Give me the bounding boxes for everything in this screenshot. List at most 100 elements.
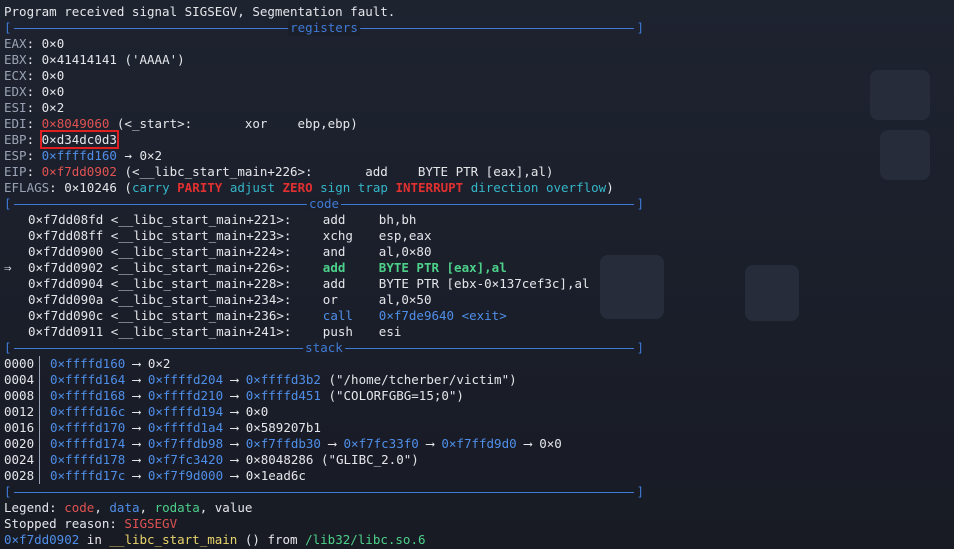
stack-separator [39,356,40,372]
stack-row: 0012 0×ffffd16c ⟶ 0×ffffd194 ⟶ 0×0 [4,404,954,420]
arrow-icon: ⟶ [125,468,148,483]
eflags-flag: sign [320,180,351,195]
section-divider-end: [] [4,484,644,499]
stack-value: 0×f7fc33f0 [343,436,419,451]
stack-value: 0×ffffd164 [50,372,126,387]
arrow-icon: ⟶ [223,372,246,387]
stack-value: 0×ffffd160 [50,356,126,371]
arrow-icon: ⟶ [125,388,148,403]
code-opcode: add [322,212,346,227]
stack-separator [39,404,40,420]
stack-value: 0×ffffd210 [147,388,224,403]
code-operands: al,0×80 [378,244,432,259]
frame-function: __libc_start_main [109,532,238,547]
stack-row: 0000 0×ffffd160 ⟶ 0×2 [4,356,954,372]
eflags-flag: INTERRUPT [395,180,464,195]
legend-code: code [64,500,95,515]
stack-value: 0×ffffd170 [50,420,126,435]
stack-offset: 0012 [4,404,35,419]
stopped-reason: SIGSEGV [124,516,178,531]
section-title-code: code [306,196,342,212]
code-row: ⇒ 0×f7dd0902 <__libc_start_main+226>: add B… [4,260,954,276]
code-row: 0×f7dd08ff <__libc_start_main+223>: xchg e… [4,228,954,244]
register-name: EAX [4,36,27,51]
code-address: 0×f7dd0904 [28,276,104,291]
eflags-value: 0×10246 [64,180,117,195]
stack-value: ("/home/tcherber/victim") [328,372,517,387]
stack-value: 0×ffffd174 [50,436,126,451]
register-value: 0×2 [41,100,65,115]
register-value: 0×0 [41,36,65,51]
registers-panel: EAX: 0×0 EBX: 0×41414141 ('AAAA') ECX: 0×0… [4,36,954,180]
stack-row: 0028 0×ffffd17c ⟶ 0×f7f9d000 ⟶ 0×1ead6c [4,468,954,484]
code-operands: 0×f7de9640 <exit> [378,308,507,323]
code-row: 0×f7dd0900 <__libc_start_main+224>: and al… [4,244,954,260]
legend-data: data [109,500,140,515]
eflags-name: EFLAGS [4,180,50,195]
code-operands: BYTE PTR [ebx-0×137cef3c],al [378,276,590,291]
register-name: ESP [4,148,27,163]
register-name: EIP [4,164,27,179]
legend-rodata: rodata [154,500,200,515]
stack-offset: 0024 [4,452,35,467]
stack-value: 0×2 [147,356,171,371]
stack-value: 0×ffffd178 [50,452,126,467]
terminal-output: Program received signal SIGSEGV, Segment… [4,4,954,549]
code-symbol: <__libc_start_main+236>: [110,308,292,323]
section-title-stack: stack [303,340,345,356]
register-value: 0×0 [41,68,65,83]
code-address: 0×f7dd08ff [28,228,104,243]
stack-row: 0004 0×ffffd164 ⟶ 0×ffffd204 ⟶ 0×ffffd3b2… [4,372,954,388]
stack-value: 0×ffffd3b2 [245,372,321,387]
legend-value: value [214,500,253,515]
register-row: ESI: 0×2 [4,100,65,115]
register-row: EBX: 0×41414141 ('AAAA') [4,52,185,67]
arrow-icon: ⟶ [223,388,246,403]
code-opcode: add [322,260,346,275]
code-symbol: <__libc_start_main+224>: [110,244,292,259]
code-marker: ⇒ [4,260,12,275]
code-operands: esp,eax [378,228,432,243]
code-opcode: push [322,324,353,339]
arrow-icon: ⟶ [223,436,246,451]
stack-value: 0×f7f9d000 [147,468,224,483]
register-row: EDI: 0×8049060 (<_start>: xor ebp,ebp) [4,116,358,131]
stack-offset: 0008 [4,388,35,403]
register-value: 0×ffffd160 [41,148,117,163]
code-opcode: xchg [322,228,353,243]
code-panel: 0×f7dd08fd <__libc_start_main+221>: add bh… [4,212,954,340]
eflags-flag: overflow [545,180,607,195]
stack-value: 0×ffffd16c [50,404,126,419]
frame-address: 0×f7dd0902 [4,532,80,547]
legend-label: Legend: [4,500,57,515]
code-address: 0×f7dd090a [28,292,104,307]
register-extra: (<__libc_start_main+226>: add BYTE PTR [… [124,164,554,179]
legend-line: Legend: code, data, rodata, value [4,500,253,515]
code-address: 0×f7dd090c [28,308,104,323]
stack-value: 0×f7ffdb98 [147,436,224,451]
arrow-icon: ⟶ [223,420,246,435]
section-title-registers: registers [288,20,360,36]
register-value: 0×f7dd0902 [41,164,117,179]
register-name: EBP [4,132,27,147]
eflags-flag: PARITY [177,180,223,195]
stack-separator [39,372,40,388]
arrow-icon: ⟶ [125,372,148,387]
stack-separator [39,436,40,452]
register-value: 0×d34dc0d3 [39,130,119,149]
arrow-icon: ⟶ [223,468,246,483]
code-symbol: <__libc_start_main+223>: [110,228,292,243]
register-name: EDX [4,84,27,99]
stopped-label: Stopped reason: [4,516,117,531]
register-value: 0×0 [41,84,65,99]
code-row: 0×f7dd090c <__libc_start_main+236>: call 0… [4,308,954,324]
stack-panel: 0000 0×ffffd160 ⟶ 0×2 0004 0×ffffd164 ⟶ 0×f… [4,356,954,484]
eflags-flag: trap [357,180,388,195]
code-operands: BYTE PTR [eax],al [378,260,507,275]
eflags-flag: direction [470,180,539,195]
stack-offset: 0016 [4,420,35,435]
code-row: 0×f7dd08fd <__libc_start_main+221>: add bh… [4,212,954,228]
arrow-icon: ⟶ [125,420,148,435]
code-row: 0×f7dd090a <__libc_start_main+234>: or al,… [4,292,954,308]
stack-value: 0×589207b1 [245,420,321,435]
